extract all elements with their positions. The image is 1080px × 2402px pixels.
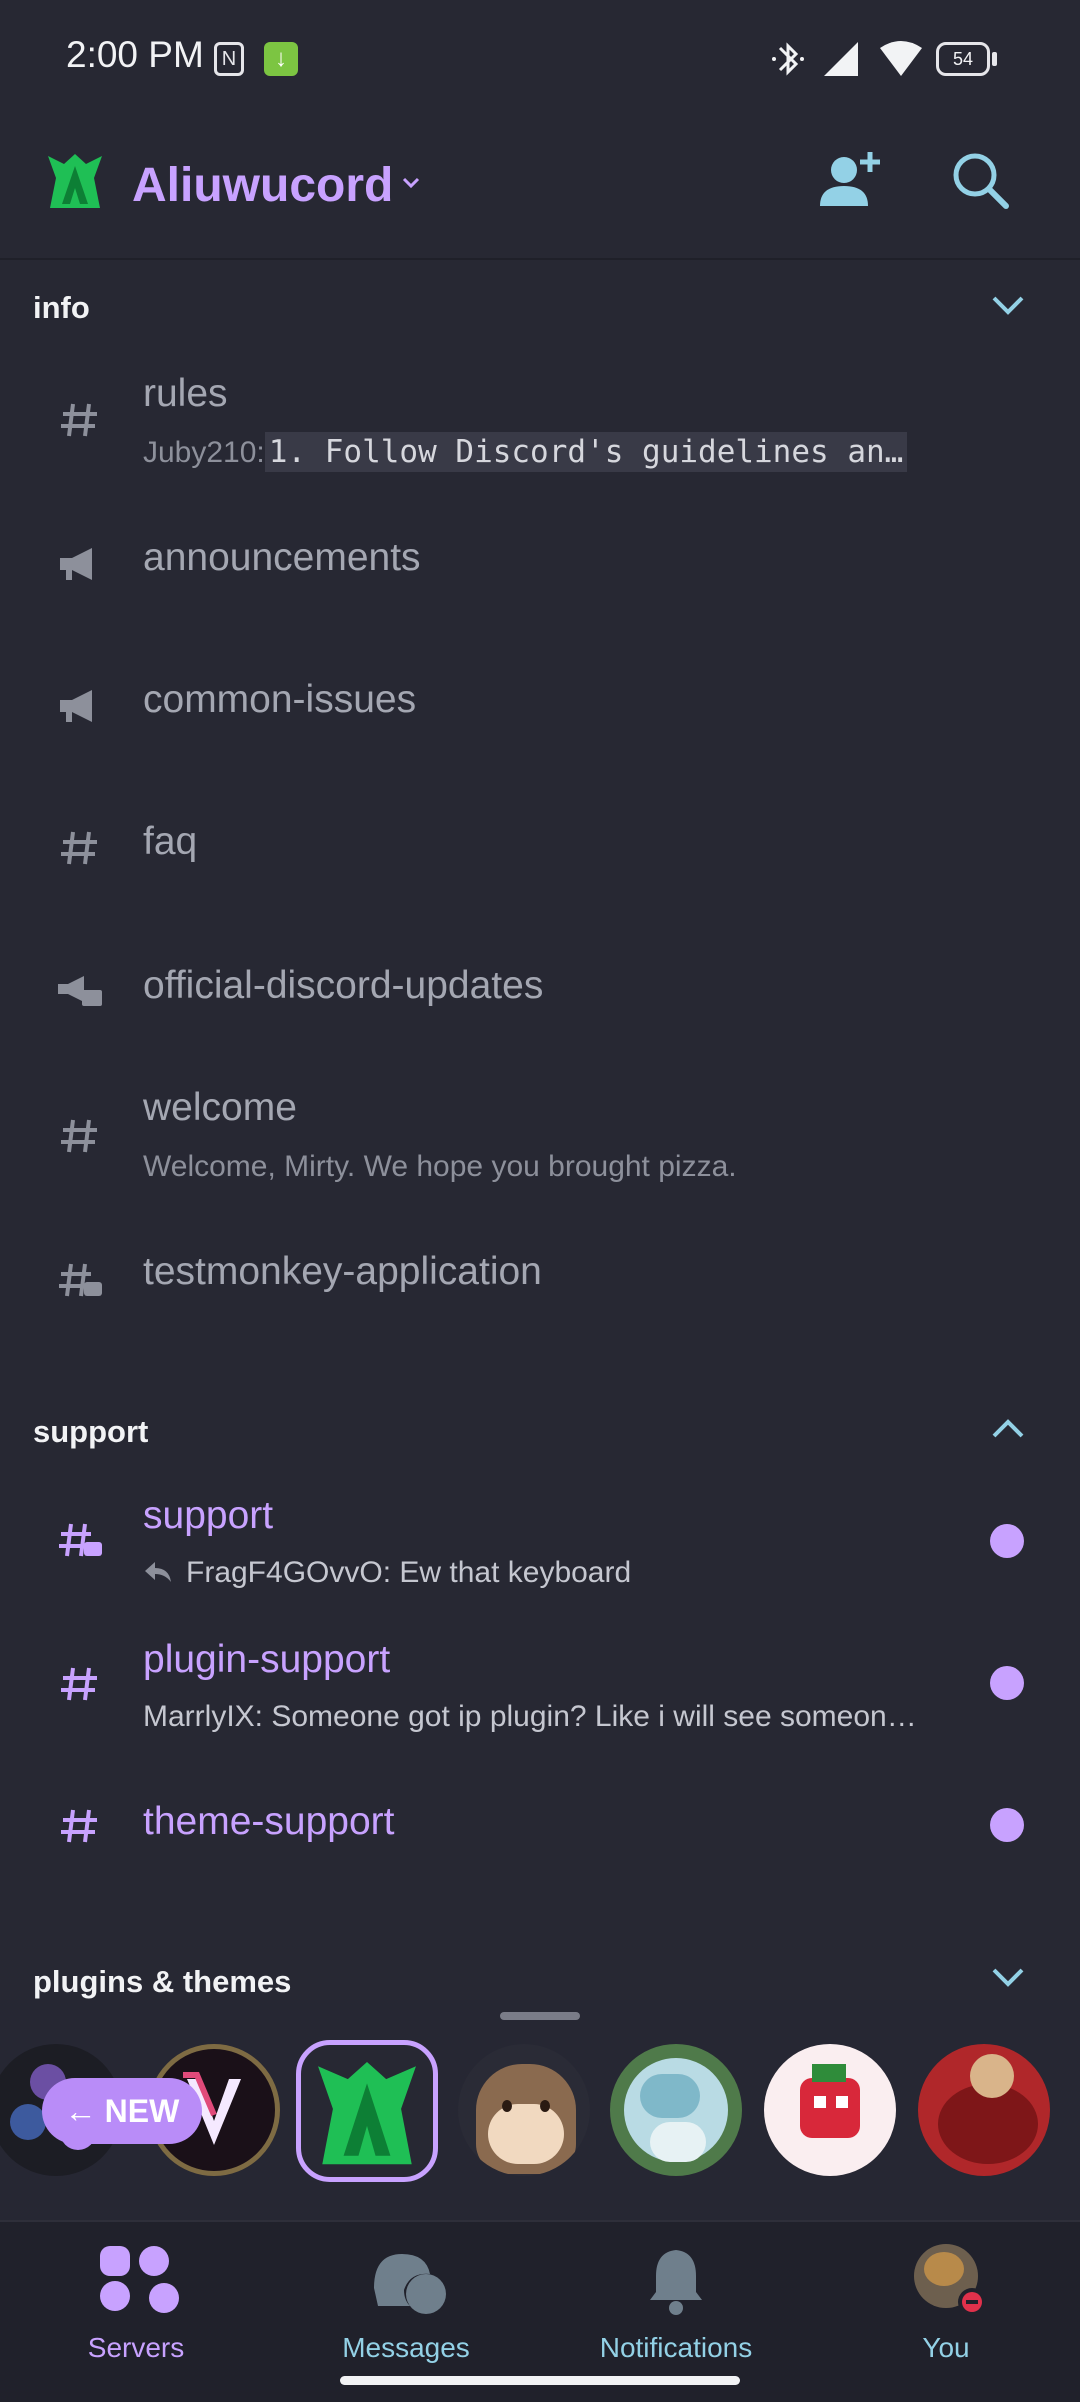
chevron-down-icon[interactable] [988,284,1028,324]
reply-icon [145,1562,171,1582]
chevron-up-icon[interactable] [988,1408,1028,1448]
preview-code: 1. Follow Discord's guidelines an… [264,432,908,472]
category-plugins-themes[interactable]: plugins & themes [33,1964,291,2000]
add-user-icon[interactable] [818,150,882,210]
megaphone-icon [60,690,92,722]
channel-name[interactable]: theme-support [143,1800,394,1844]
battery-icon: 54 [936,42,990,76]
server-icon-otter[interactable] [458,2044,590,2176]
nav-servers[interactable]: Servers [26,2240,246,2380]
unread-indicator [990,1808,1024,1842]
nav-label: Notifications [599,2332,753,2363]
channel-preview: Juby210: 1. Follow Discord's guidelines a… [143,432,908,472]
category-info[interactable]: info [33,290,90,326]
channel-name[interactable]: support [143,1494,273,1538]
bell-icon [650,2250,702,2315]
hash-thread-icon [59,1523,102,1557]
nav-notifications[interactable]: Notifications [566,2240,786,2380]
status-bar: 2:00 PM N ↓ 54 [0,0,1080,118]
announcement-follow-icon [58,976,102,1006]
channel-name[interactable]: rules [143,372,228,416]
channel-name[interactable]: welcome [143,1086,297,1130]
channel-name[interactable]: official-discord-updates [143,964,543,1008]
channel-name[interactable]: common-issues [143,678,416,722]
unread-indicator [990,1524,1024,1558]
servers-icon [100,2246,179,2313]
drag-handle[interactable] [500,2012,580,2020]
new-label: NEW [104,2092,180,2129]
nfc-icon: N [214,42,244,76]
home-indicator[interactable] [340,2376,740,2385]
category-support[interactable]: support [33,1414,148,1450]
server-icon[interactable] [44,150,106,212]
nav-label: Servers [87,2332,185,2363]
hash-icon [61,403,97,437]
megaphone-icon [60,548,92,580]
channel-preview: Welcome, Mirty. We hope you brought pizz… [143,1150,737,1183]
preview-author: Juby210: [143,436,265,469]
server-icon-aliuwucord-selected[interactable] [296,2040,438,2182]
channel-name[interactable]: announcements [143,536,421,580]
hash-icon [61,1667,97,1701]
nav-label: Messages [342,2332,470,2363]
server-icon-pixel-fruit[interactable] [764,2044,896,2176]
signal-icon [824,42,858,76]
chevron-down-icon[interactable] [988,1956,1028,1996]
search-icon[interactable] [950,150,1010,210]
channel-name[interactable]: faq [143,820,197,864]
messages-icon [374,2254,446,2314]
chevron-down-icon[interactable] [400,172,422,194]
download-icon: ↓ [264,42,298,76]
nav-you[interactable]: You [836,2240,1056,2380]
hash-icon [61,1119,97,1153]
wifi-icon [880,41,922,76]
server-icon-red-avatar[interactable] [918,2044,1050,2176]
battery-tip [992,52,997,66]
server-icon-dragon[interactable] [610,2044,742,2176]
hash-thread-icon [59,1263,102,1297]
bluetooth-icon [772,42,804,76]
status-time: 2:00 PM [66,34,204,75]
nav-label: You [922,2332,970,2363]
server-name[interactable]: Aliuwucord [132,158,393,213]
unread-indicator [990,1666,1024,1700]
channel-name[interactable]: plugin-support [143,1638,390,1682]
arrow-left-icon: ← [64,2092,97,2129]
hash-icon [61,831,97,865]
dnd-status-icon [958,2288,986,2316]
channel-preview: MarrlyIX: Someone got ip plugin? Like i … [143,1700,917,1733]
nav-messages[interactable]: Messages [296,2240,516,2380]
channel-preview: FragF4GOvvO: Ew that keyboard [186,1556,632,1589]
hash-icon [61,1809,97,1843]
channel-name[interactable]: testmonkey-application [143,1250,542,1294]
new-button[interactable]: ← NEW [42,2078,202,2144]
